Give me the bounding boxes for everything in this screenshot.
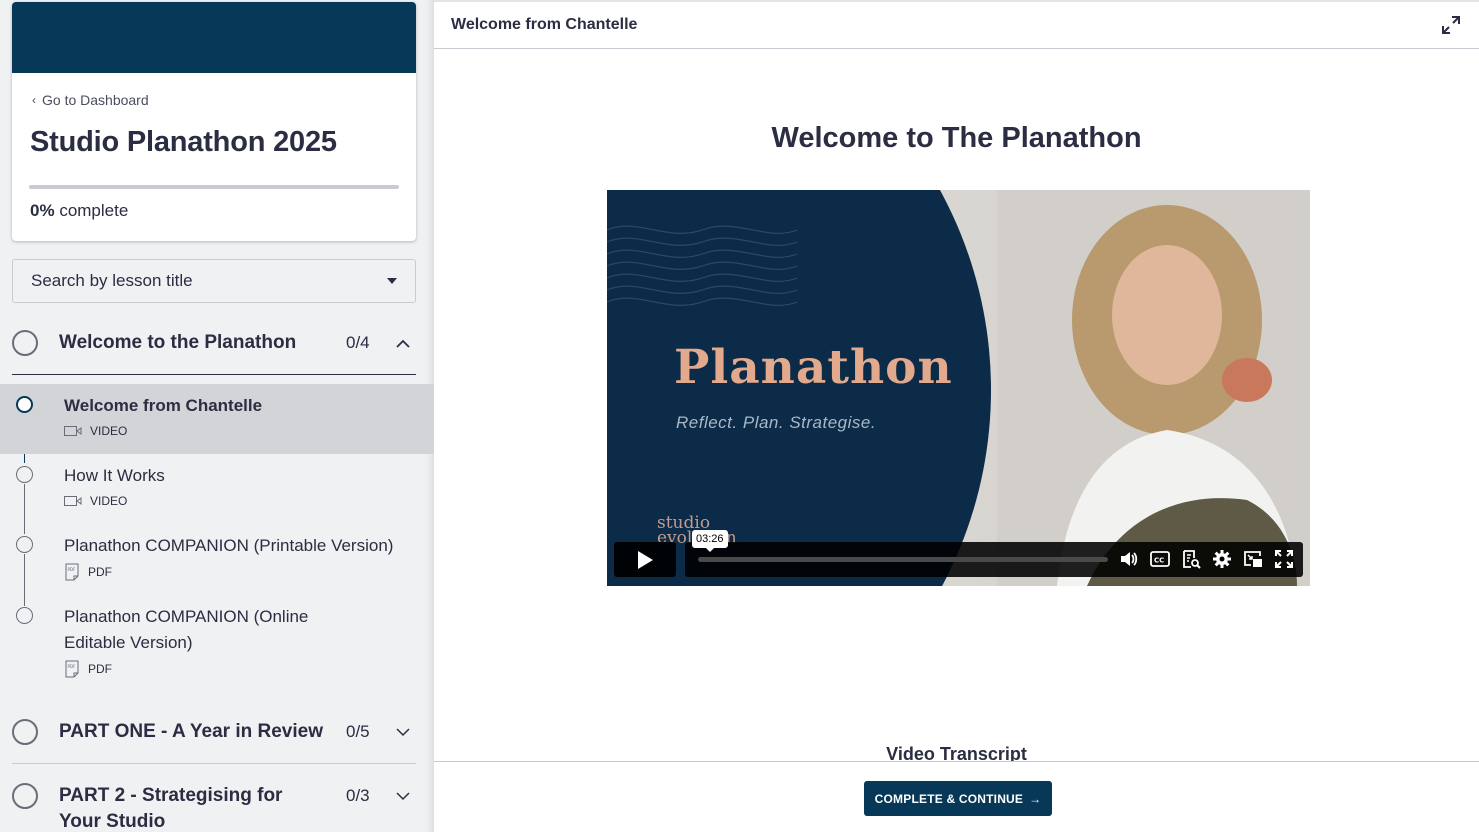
search-placeholder: Search by lesson title [31, 271, 193, 290]
pdf-icon: PDF [65, 563, 79, 581]
lesson-type: PDF [88, 565, 112, 579]
chapter-count: 0/4 [346, 333, 370, 352]
video-icon [64, 496, 82, 506]
video-icon [64, 426, 82, 436]
lesson-title: Planathon COMPANION (Online Editable Ver… [64, 607, 309, 652]
transcript-search-icon[interactable] [1180, 548, 1202, 570]
svg-text:PDF: PDF [68, 664, 76, 669]
chapter-progress-ring-icon [12, 719, 38, 745]
picture-in-picture-icon[interactable] [1242, 548, 1264, 570]
chevron-up-icon[interactable] [390, 330, 416, 356]
lesson-status-ring-icon [16, 607, 33, 624]
chevron-down-icon[interactable] [390, 719, 416, 745]
complete-button-label: COMPLETE & CONTINUE [874, 791, 1024, 806]
video-brand-title: Planathon [674, 340, 953, 395]
seek-slider[interactable]: 03:26 [692, 530, 1108, 562]
chapter-count: 0/5 [346, 722, 370, 741]
arrow-right-icon: → [1029, 791, 1042, 806]
lesson-item-welcome-from-chantelle[interactable]: Welcome from Chantelle VIDEO [0, 384, 434, 454]
chapter-title: Welcome to the Planathon [59, 332, 297, 353]
lesson-footer: COMPLETE & CONTINUE → [434, 761, 1479, 832]
lesson-status-ring-icon [16, 396, 33, 413]
chapter-divider [12, 374, 416, 375]
go-to-dashboard-link[interactable]: ‹ Go to Dashboard [32, 92, 149, 108]
lesson-type: VIDEO [90, 494, 128, 508]
expand-icon[interactable] [1440, 14, 1462, 36]
video-controls: 03:26 CC [614, 530, 1303, 577]
chevron-left-icon: ‹ [32, 93, 36, 107]
chapter-part-one[interactable]: PART ONE - A Year in Review 0/5 [12, 719, 416, 745]
course-sidebar: ‹ Go to Dashboard Studio Planathon 2025 … [0, 0, 434, 832]
lesson-item-companion-online-editable[interactable]: Planathon COMPANION (Online Editable Ver… [0, 594, 434, 690]
chapter-title: PART 2 - Strategising for Your Studio [59, 785, 283, 832]
lesson-meta: PDF PDF [64, 563, 112, 581]
chapter-divider [12, 763, 416, 764]
lesson-status-ring-icon [16, 466, 33, 483]
complete-and-continue-button[interactable]: COMPLETE & CONTINUE → [864, 781, 1052, 816]
caret-down-icon [387, 278, 397, 284]
settings-icon[interactable] [1211, 548, 1233, 570]
volume-icon[interactable] [1118, 548, 1140, 570]
lesson-header-title: Welcome from Chantelle [451, 16, 638, 33]
back-link-label: Go to Dashboard [42, 92, 149, 108]
course-title: Studio Planathon 2025 [30, 126, 337, 158]
chapter-part-two[interactable]: PART 2 - Strategising for Your Studio 0/… [12, 783, 416, 832]
lesson-title: How It Works [64, 466, 165, 485]
lesson-meta: VIDEO [64, 494, 127, 508]
captions-icon[interactable]: CC [1149, 548, 1171, 570]
time-tooltip: 03:26 [692, 530, 728, 552]
lesson-title: Planathon COMPANION (Printable Version) [64, 536, 394, 555]
course-banner [12, 2, 416, 73]
chapter-progress-ring-icon [12, 783, 38, 809]
lesson-type: VIDEO [90, 424, 128, 438]
svg-text:CC: CC [1154, 557, 1164, 565]
chapter-count: 0/3 [346, 786, 370, 805]
play-button[interactable] [614, 542, 676, 577]
lesson-content: Welcome from Chantelle Welcome to The Pl… [434, 0, 1479, 832]
lesson-header: Welcome from Chantelle [434, 2, 1479, 49]
control-icons: CC [1118, 548, 1295, 570]
lesson-item-how-it-works[interactable]: How It Works VIDEO [0, 454, 434, 524]
lesson-type: PDF [88, 662, 112, 676]
video-transcript-heading: Video Transcript [886, 744, 1027, 761]
lesson-status-ring-icon [16, 536, 33, 553]
video-tagline: Reflect. Plan. Strategise. [676, 413, 877, 432]
course-card: ‹ Go to Dashboard Studio Planathon 2025 … [12, 2, 416, 241]
chapter-welcome[interactable]: Welcome to the Planathon 0/4 [12, 330, 416, 356]
play-icon [638, 550, 653, 569]
presenter-image [997, 190, 1310, 586]
pdf-icon: PDF [65, 660, 79, 678]
chapter-progress-ring-icon [12, 330, 38, 356]
fullscreen-icon[interactable] [1273, 548, 1295, 570]
course-progress-bar [29, 185, 399, 189]
lesson-meta: VIDEO [64, 424, 127, 438]
lesson-meta: PDF PDF [64, 660, 112, 678]
wave-pattern [607, 225, 797, 306]
lesson-heading: Welcome to The Planathon [771, 122, 1142, 154]
svg-text:PDF: PDF [68, 567, 76, 572]
chevron-down-icon[interactable] [390, 783, 416, 809]
video-player[interactable]: Planathon Reflect. Plan. Strategise. stu… [607, 190, 1310, 586]
chapter-title: PART ONE - A Year in Review [59, 721, 323, 742]
lesson-title: Welcome from Chantelle [64, 396, 263, 415]
lesson-item-companion-printable[interactable]: Planathon COMPANION (Printable Version) … [0, 524, 434, 594]
control-bar: 03:26 CC [685, 530, 1303, 577]
progress-percent: 0% [30, 201, 55, 220]
lesson-search-select[interactable]: Search by lesson title [12, 259, 416, 303]
progress-suffix: complete [59, 201, 129, 220]
progress-text: 0% complete [30, 201, 128, 221]
